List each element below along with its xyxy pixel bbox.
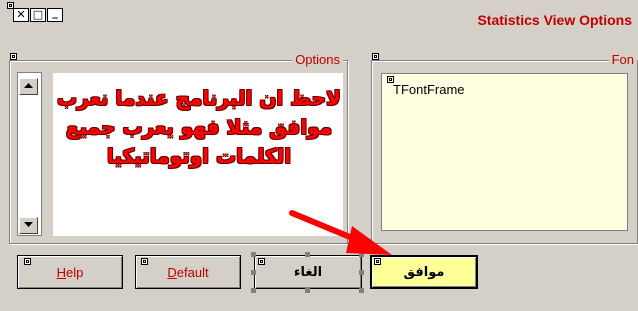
font-caption: Fon (608, 52, 637, 67)
arrow-down-icon (24, 222, 33, 227)
minimize-window-button[interactable]: _ (47, 7, 63, 22)
selection-handle[interactable] (359, 288, 364, 293)
selection-handle[interactable] (251, 288, 256, 293)
arrow-up-icon (24, 83, 33, 88)
selection-handle[interactable] (305, 252, 310, 257)
selection-handle[interactable] (305, 288, 310, 293)
help-button[interactable]: Help (17, 255, 123, 289)
selection-handle[interactable] (251, 252, 256, 257)
scroll-up-button[interactable] (19, 78, 38, 95)
selection-handle[interactable] (359, 270, 364, 275)
window-title: Statistics View Options (477, 12, 632, 28)
options-listbox[interactable] (17, 72, 42, 236)
title-bar: ✕ □ _ Statistics View Options (0, 0, 638, 33)
scroll-down-button[interactable] (19, 217, 38, 234)
help-label: elp (66, 264, 84, 280)
options-caption: Options (292, 52, 343, 67)
annotation-text: لاحظ ان البرنامج عندما نعرب موافق مثلا ف… (57, 86, 341, 168)
selection-handle[interactable] (359, 252, 364, 257)
default-label: efault (176, 264, 209, 280)
font-frame-label: TFontFrame (393, 82, 465, 97)
help-mnemonic: H (56, 264, 67, 280)
default-button[interactable]: Default (135, 255, 241, 289)
design-marker-icon (372, 53, 379, 60)
cancel-button[interactable]: الغاء (254, 255, 362, 289)
maximize-window-button[interactable]: □ (30, 8, 46, 22)
selection-handle[interactable] (251, 270, 256, 275)
close-window-button[interactable]: ✕ (13, 8, 29, 22)
design-marker-icon (374, 258, 381, 265)
ok-button[interactable]: موافق (370, 255, 478, 289)
default-mnemonic: D (167, 264, 177, 280)
design-marker-icon (258, 258, 265, 265)
design-marker-icon (10, 53, 17, 60)
design-marker-icon (24, 258, 31, 265)
design-marker-icon (141, 258, 148, 265)
